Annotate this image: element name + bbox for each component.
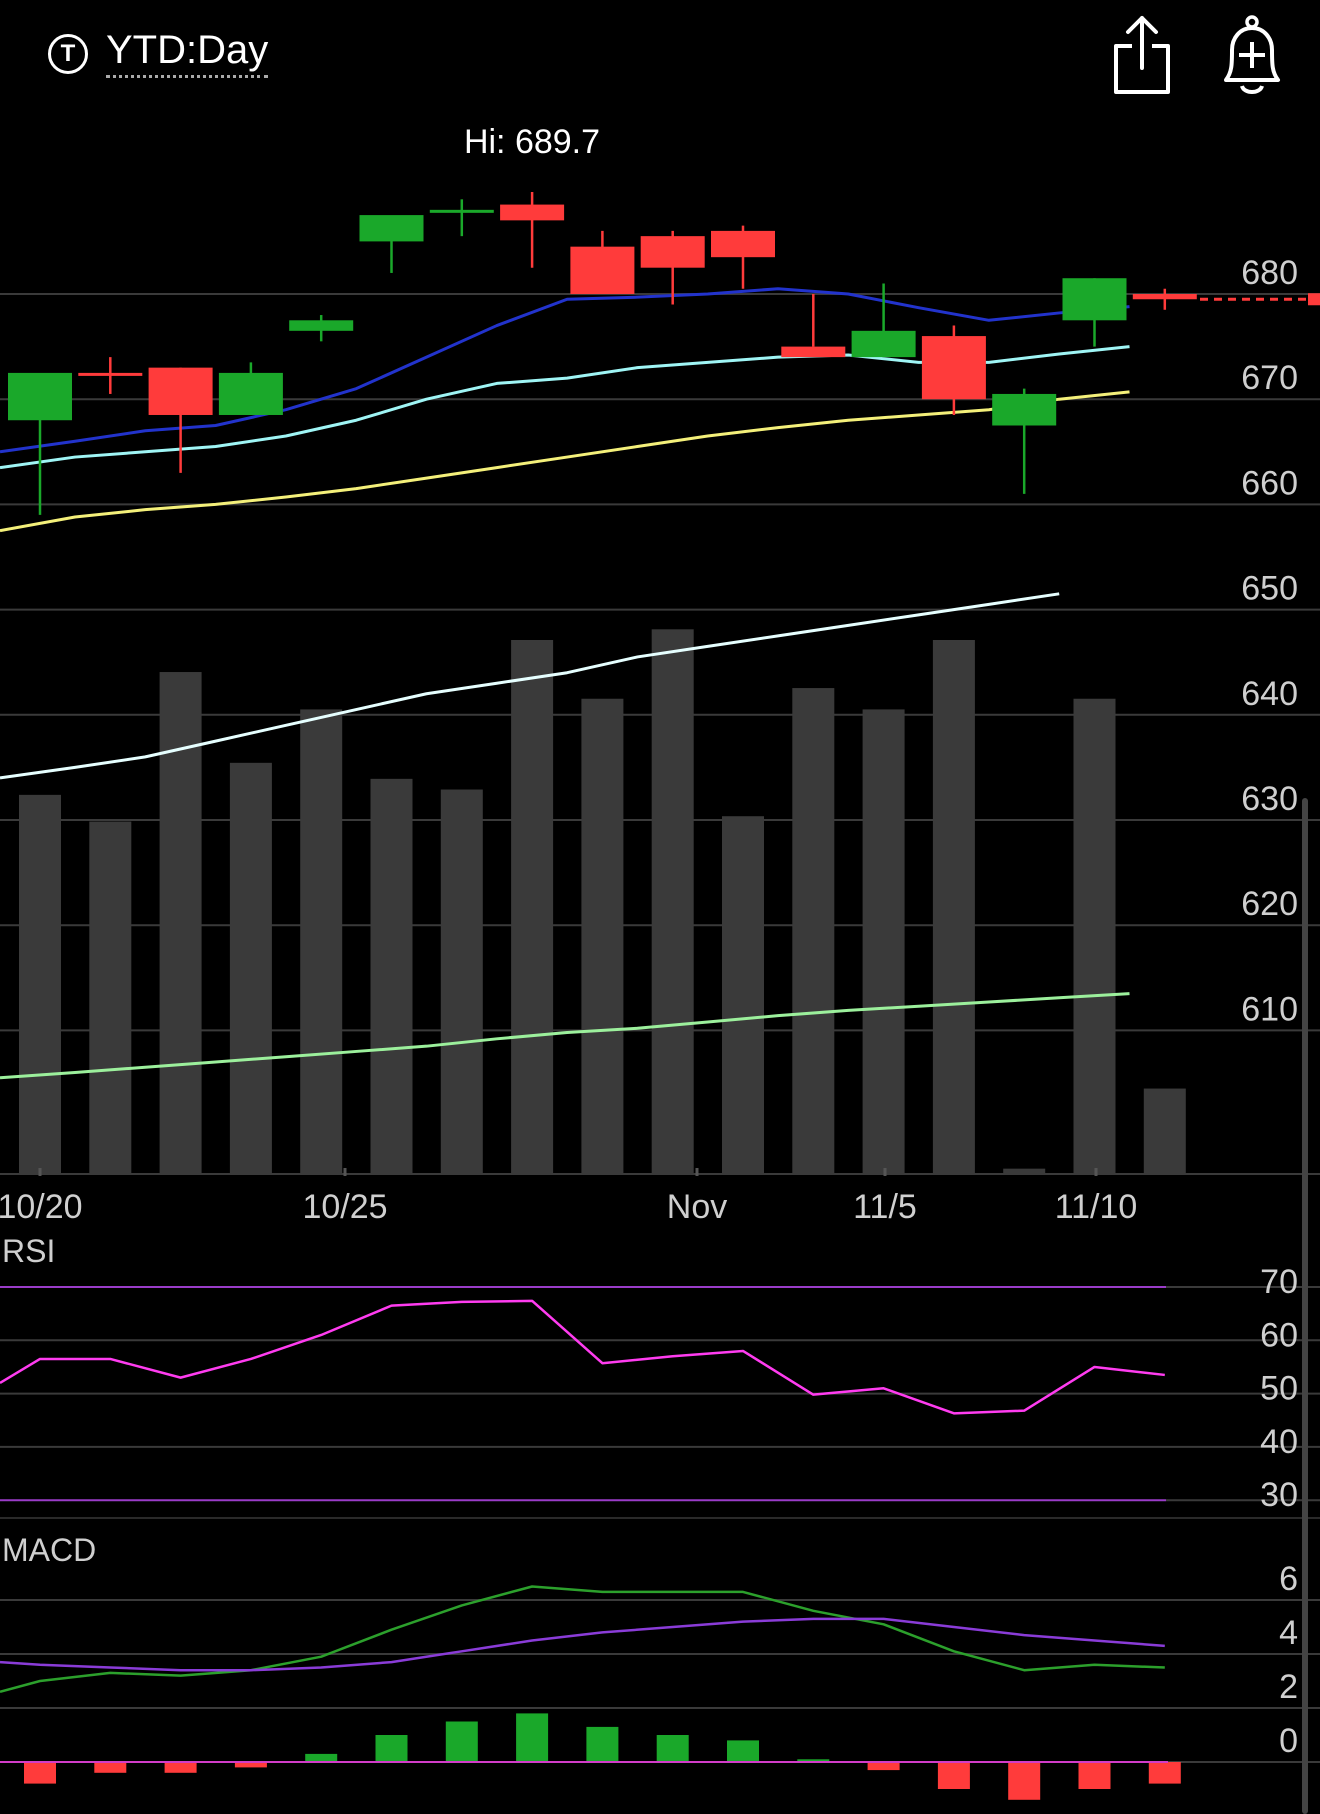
volume-bar: [229, 762, 272, 1174]
x-axis-label: Nov: [667, 1188, 727, 1226]
volume-bar: [511, 640, 554, 1174]
price-tick-label: 630: [1241, 780, 1298, 818]
macd-tick-label: 0: [1279, 1722, 1298, 1760]
candle-body: [992, 393, 1057, 426]
rsi-tick-label: 60: [1260, 1316, 1298, 1354]
macd-histogram-bar: [656, 1735, 689, 1762]
macd-histogram-bar: [375, 1735, 408, 1762]
stock-chart[interactable]: 680670660650640630620610Hi: 689.7 10/20 1…: [0, 0, 1320, 1814]
price-tick-label: 670: [1241, 359, 1298, 397]
price-tick-label: 680: [1241, 254, 1298, 292]
candle-body: [8, 372, 72, 421]
volume-bar: [370, 778, 413, 1174]
price-tick-label: 610: [1241, 990, 1298, 1028]
volume-bar: [300, 709, 343, 1174]
candle-body: [711, 230, 775, 258]
macd-histogram-bar: [1078, 1762, 1111, 1789]
macd-tick-label: 6: [1279, 1560, 1298, 1598]
candle-body: [570, 246, 635, 294]
volume-bar: [1143, 1088, 1186, 1174]
macd-histogram-bar: [305, 1753, 338, 1762]
volume-bar: [792, 688, 835, 1174]
volume-bar: [89, 821, 132, 1174]
macd-histogram-bar: [586, 1726, 619, 1762]
rsi-line: [0, 1299, 1165, 1415]
signal-line: [0, 1617, 1165, 1672]
candle-body: [148, 367, 213, 415]
volume-bar: [722, 816, 764, 1174]
macd-histogram-bar: [1148, 1762, 1181, 1784]
macd-histogram-bar: [867, 1762, 900, 1771]
rsi-tick-label: 70: [1260, 1263, 1298, 1301]
macd-histogram-bar: [937, 1762, 970, 1789]
rsi-tick-label: 30: [1260, 1476, 1298, 1514]
x-axis-label: 10/20: [0, 1188, 83, 1226]
rsi-tick-label: 40: [1260, 1423, 1298, 1461]
macd-histogram-bar: [516, 1713, 549, 1762]
candle-body: [781, 346, 846, 358]
candle-body: [1132, 294, 1197, 300]
macd-label: MACD: [2, 1532, 96, 1568]
macd-tick-label: 2: [1279, 1668, 1298, 1706]
x-axis-label: 10/25: [302, 1188, 387, 1226]
rsi-label: RSI: [2, 1233, 55, 1269]
macd-histogram-bar: [164, 1762, 197, 1773]
macd-histogram-bar: [24, 1762, 56, 1784]
price-tick-label: 640: [1241, 675, 1298, 713]
candle-body: [640, 236, 705, 268]
volume-bar: [159, 672, 202, 1174]
macd-histogram-bar: [727, 1740, 759, 1762]
volume-bar: [862, 709, 905, 1174]
hi-label: Hi: 689.7: [464, 123, 600, 161]
x-axis-label: 11/5: [853, 1188, 917, 1226]
candle-body: [359, 215, 424, 242]
scrollbar[interactable]: [1302, 798, 1308, 1814]
macd-histogram-bar: [94, 1762, 127, 1773]
candle-body: [429, 209, 494, 213]
volume-bar: [651, 629, 694, 1174]
price-tick-label: 620: [1241, 885, 1298, 923]
macd-histogram-bar: [1008, 1762, 1041, 1800]
macd-line: [0, 1585, 1165, 1694]
volume-bar: [932, 640, 975, 1174]
candle-body: [500, 204, 565, 221]
candle-body: [78, 372, 143, 376]
macd-tick-label: 4: [1279, 1614, 1298, 1652]
candle-body: [289, 320, 354, 331]
candle-body: [1062, 278, 1127, 321]
volume-bar: [440, 789, 483, 1174]
volume-bar: [1073, 698, 1116, 1174]
candle-body: [921, 336, 986, 400]
last-price-marker: [1308, 293, 1320, 306]
x-axis-label: 11/10: [1055, 1188, 1138, 1226]
price-tick-label: 660: [1241, 464, 1298, 502]
candle-body: [851, 330, 916, 358]
macd-histogram-bar: [445, 1721, 478, 1762]
volume-bar: [19, 794, 61, 1174]
volume-bar: [581, 698, 624, 1174]
rsi-tick-label: 50: [1260, 1370, 1298, 1408]
candle-body: [218, 372, 283, 415]
price-tick-label: 650: [1241, 570, 1298, 608]
